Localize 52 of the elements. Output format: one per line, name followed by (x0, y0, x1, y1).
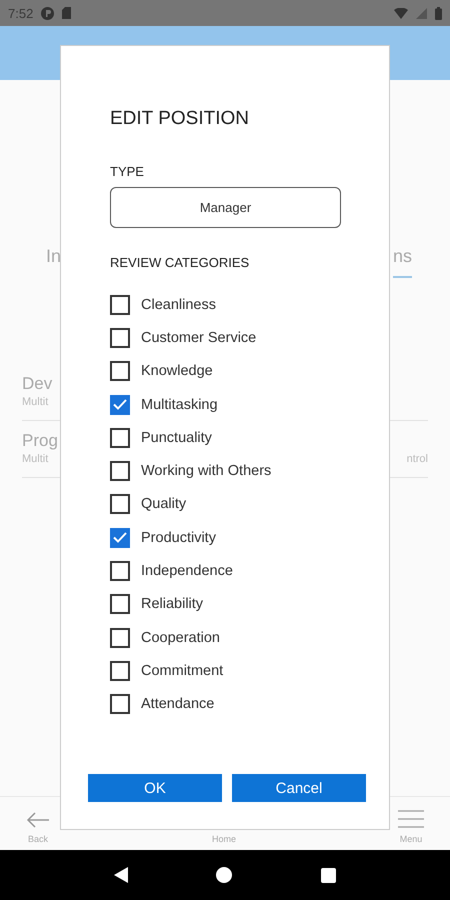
checkbox-label: Independence (141, 563, 233, 580)
wifi-icon (394, 8, 408, 18)
checkbox[interactable] (110, 361, 130, 382)
checkbox-label: Commitment (141, 662, 224, 679)
list-item-detail: ntrol (406, 453, 428, 465)
signal-icon (416, 8, 427, 18)
checkbox[interactable] (110, 628, 130, 648)
dialog-button[interactable]: OK (88, 774, 222, 802)
checkbox[interactable] (110, 294, 130, 315)
back-arrow-icon (26, 812, 50, 828)
checkbox[interactable] (110, 528, 130, 548)
checkbox-label: Multitasking (141, 396, 218, 413)
checkbox-label: Cleanliness (141, 296, 216, 313)
type-label: TYPE (110, 164, 145, 179)
recents-icon[interactable] (320, 868, 336, 882)
nav-button[interactable]: Menu (392, 797, 430, 850)
status-time: 7:52 (8, 6, 34, 20)
nav-button[interactable]: Back (20, 797, 56, 850)
checkbox[interactable] (110, 594, 130, 614)
checkbox-label: Knowledge (141, 363, 213, 380)
checkbox-label: Punctuality (141, 430, 212, 446)
categories-label: REVIEW CATEGORIES (110, 255, 250, 270)
list-item-subtitle: Multit (22, 453, 48, 465)
checkbox[interactable] (110, 428, 130, 448)
menu-icon (398, 810, 424, 828)
list-item-title: Prog (22, 431, 58, 451)
checkbox-label: Working with Others (141, 463, 272, 480)
checkbox-label: Quality (141, 496, 186, 512)
list-item-subtitle: Multit (22, 396, 48, 408)
checkbox[interactable] (110, 694, 130, 714)
dialog-title: EDIT POSITION (110, 108, 250, 130)
dialog-button[interactable]: Cancel (232, 774, 366, 802)
checkbox-label: Customer Service (141, 330, 256, 346)
checkbox[interactable] (110, 561, 130, 582)
checkbox[interactable] (110, 494, 130, 514)
checkbox-label: Cooperation (141, 630, 220, 646)
type-selector[interactable]: Manager (110, 187, 341, 228)
app-status-icon (41, 6, 54, 20)
back-icon[interactable] (114, 867, 128, 883)
checkbox[interactable] (110, 660, 130, 681)
tab[interactable]: In (46, 246, 62, 278)
home-icon[interactable] (216, 867, 232, 883)
tab[interactable]: ns (392, 246, 412, 278)
sd-card-icon (62, 7, 72, 19)
checkbox-label: Productivity (141, 530, 216, 546)
battery-icon (435, 6, 442, 20)
list-item-title: Dev (22, 374, 52, 394)
checkbox[interactable] (110, 394, 130, 415)
checkbox[interactable] (110, 461, 130, 482)
checkbox-label: Attendance (141, 696, 214, 712)
checkbox-label: Reliability (141, 596, 204, 612)
checkbox[interactable] (110, 328, 130, 348)
